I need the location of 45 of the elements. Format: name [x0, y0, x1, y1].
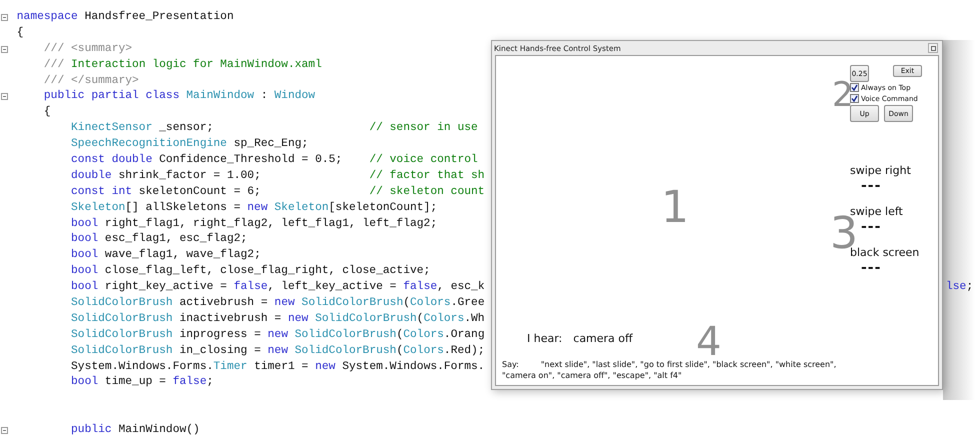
code-line: { [16, 26, 24, 39]
code-line: SpeechRecognitionEngine sp_Rec_Eng; [70, 138, 308, 150]
code-line: Skeleton[] allSkeletons = new Skeleton[skeletonCount]; [70, 202, 438, 214]
fold-icon[interactable] [1, 14, 8, 21]
code-line: bool time_up = false; [70, 376, 214, 388]
checkbox[interactable] [850, 94, 859, 103]
code-line: const int skeletonCount = 6; // skeleton count [70, 186, 485, 198]
code-line: /// </summary> [42, 74, 139, 87]
code-line: bool right_key_active = false, left_key_active = false, esc_k [70, 281, 485, 294]
code-line: public MainWindow() [70, 424, 200, 436]
code-line: public partial class MainWindow : Window [42, 90, 316, 102]
code-line: SolidColorBrush inprogress = new SolidColorBrush(Colors.Orang [70, 328, 485, 341]
fold-icon[interactable] [1, 93, 8, 100]
gesture-label: swipe right [850, 164, 911, 178]
code-line: { [42, 106, 51, 118]
checkbox[interactable] [850, 83, 859, 92]
command-hint: Say: "next slide", "last slide", "go to first slide", "black screen", "white screen", "camera on", "camera off", "escape", "alt f4" [502, 359, 838, 381]
code-line: bool close_flag_left, close_flag_right, close_active; [70, 265, 430, 278]
gesture-label: black screen [850, 246, 920, 260]
code-line: SolidColorBrush activebrush = new SolidColorBrush(Colors.Gree [70, 297, 485, 310]
code-line: bool esc_flag1, esc_flag2; [70, 233, 248, 246]
code-line: double shrink_factor = 1.00; // factor that sh [70, 170, 485, 182]
close-icon [930, 46, 936, 50]
region-number: 4 [696, 322, 722, 362]
code-line: KinectSensor _sensor; // sensor in use [70, 122, 478, 134]
code-line: namespace Handsfree_Presentation [16, 11, 234, 23]
code-line: SolidColorBrush in_closing = new SolidColorBrush(Colors.Red); [70, 344, 485, 357]
code-line: const double Confidence_Threshold = 0.5; // voice control [70, 154, 478, 166]
close-button[interactable] [928, 43, 938, 53]
code-line: SolidColorBrush inactivebrush = new SolidColorBrush(Colors.Wh [70, 312, 485, 325]
region-number: 1 [661, 186, 689, 230]
hear-label: I hear: [527, 332, 562, 345]
heard-command: camera off [573, 332, 633, 345]
gesture-label: swipe left [850, 205, 903, 218]
code-line: bool right_flag1, right_flag2, left_flag1, left_flag2; [70, 218, 438, 230]
fold-icon[interactable] [1, 427, 8, 434]
gesture-indicator: --- [860, 219, 882, 237]
fold-icon[interactable] [1, 46, 8, 53]
gesture-indicator: --- [860, 260, 882, 278]
code-line: System.Windows.Forms.Timer timer1 = new System.Windows.Forms. [70, 360, 485, 373]
code-fragment: lse; [946, 280, 974, 296]
code-line: /// <summary> [42, 42, 132, 55]
code-line: bool wave_flag1, wave_flag2; [70, 249, 261, 262]
code-line: /// Interaction logic for MainWindow.xaml [42, 58, 322, 71]
gesture-indicator: --- [860, 178, 882, 196]
